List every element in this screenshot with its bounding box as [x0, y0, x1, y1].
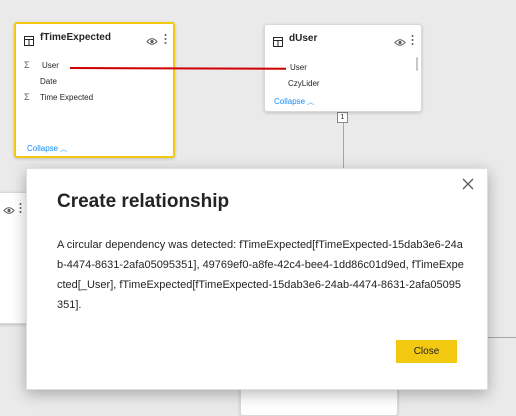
table-title: dUser	[289, 33, 318, 44]
more-options-icon[interactable]	[19, 201, 23, 213]
card-header[interactable]: dUser	[265, 25, 421, 55]
close-icon[interactable]	[461, 177, 475, 191]
field-label: Date	[40, 77, 57, 86]
field-label: Time Expected	[40, 93, 94, 102]
table-card-duser[interactable]: dUser User CzyLider Collapse ︿	[264, 24, 422, 112]
chevron-up-icon: ︿	[60, 146, 68, 153]
dialog-message: A circular dependency was detected: fTim…	[57, 239, 464, 311]
field-label: CzyLider	[288, 79, 320, 88]
more-options-icon[interactable]	[411, 33, 415, 45]
card-header[interactable]: fTimeExpected	[16, 24, 173, 54]
table-icon	[273, 34, 283, 47]
dialog-title: Create relationship	[57, 191, 230, 212]
collapse-label: Collapse	[27, 144, 59, 153]
more-options-icon[interactable]	[164, 32, 168, 44]
field-label: User	[42, 61, 59, 70]
sigma-icon: Σ	[24, 92, 30, 102]
field-list: User CzyLider	[265, 60, 421, 92]
create-relationship-dialog: Create relationship A circular dependenc…	[26, 168, 488, 390]
close-button[interactable]: Close	[396, 340, 457, 363]
eye-icon[interactable]	[3, 202, 17, 214]
field-list: Σ User Date Σ Time Expected	[16, 58, 173, 106]
collapse-link[interactable]: Collapse ︿	[274, 97, 314, 107]
field-time-expected[interactable]: Σ Time Expected	[16, 90, 173, 106]
scrollbar[interactable]	[416, 57, 418, 71]
table-icon	[24, 33, 34, 46]
relationship-line[interactable]	[343, 120, 344, 170]
eye-icon[interactable]	[146, 33, 160, 45]
table-card-ftimeexpected[interactable]: fTimeExpected Σ User Date Σ Time Expecte…	[14, 22, 175, 158]
field-label: User	[290, 63, 307, 72]
field-user[interactable]: User	[265, 60, 421, 76]
cardinality-badge: 1	[337, 112, 348, 123]
field-user[interactable]: Σ User	[16, 58, 173, 74]
eye-icon[interactable]	[394, 34, 408, 46]
table-title: fTimeExpected	[40, 32, 111, 43]
collapse-link[interactable]: Collapse ︿	[27, 144, 67, 154]
relationship-line-right[interactable]	[487, 337, 516, 338]
chevron-up-icon: ︿	[307, 99, 315, 106]
field-date[interactable]: Date	[16, 74, 173, 90]
collapse-label: Collapse	[274, 97, 306, 106]
sigma-icon: Σ	[24, 60, 30, 70]
field-czylider[interactable]: CzyLider	[265, 76, 421, 92]
